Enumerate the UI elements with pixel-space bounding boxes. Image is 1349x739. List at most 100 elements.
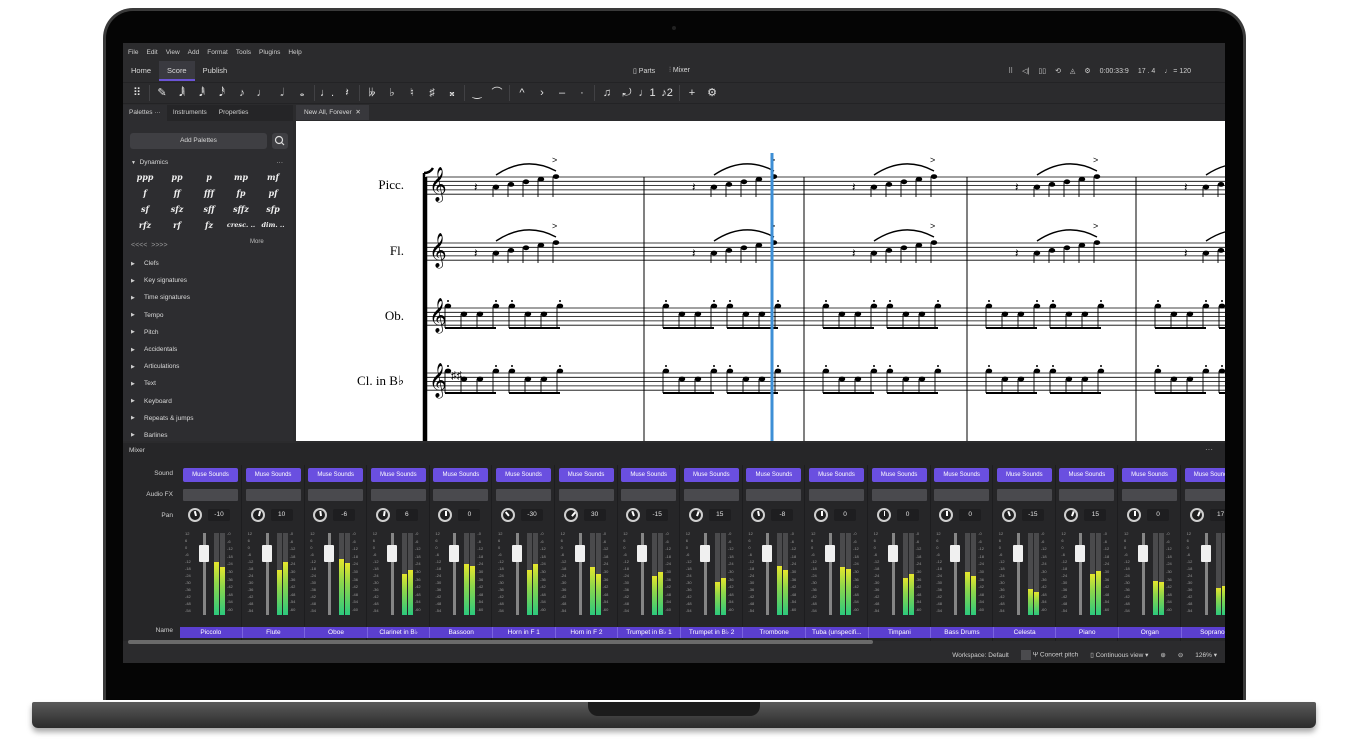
sound-button[interactable]: Muse Sounds: [245, 468, 301, 482]
audio-fx-slot[interactable]: [996, 489, 1052, 501]
volume-fader-handle[interactable]: [950, 545, 961, 562]
more-options-icon[interactable]: ···: [277, 159, 284, 166]
sound-button[interactable]: Muse Sounds: [433, 468, 489, 482]
pan-knob[interactable]: [814, 508, 828, 522]
sound-button[interactable]: Muse Sounds: [809, 468, 864, 482]
audio-fx-slot[interactable]: [871, 489, 927, 501]
double-flat-icon[interactable]: 𝄫: [362, 82, 382, 104]
audio-fx-slot[interactable]: [934, 489, 990, 501]
pan-value[interactable]: -10: [208, 509, 230, 521]
menu-view[interactable]: View: [166, 49, 180, 56]
channel-name[interactable]: Soprano: [1181, 627, 1225, 638]
zoom-dropdown[interactable]: 126% ▾: [1195, 651, 1217, 659]
tenuto-icon[interactable]: –: [552, 82, 572, 104]
staccato-icon[interactable]: ·: [572, 82, 592, 104]
pan-knob[interactable]: [1189, 508, 1204, 522]
sound-button[interactable]: Muse Sounds: [1184, 468, 1225, 482]
dynamic-p[interactable]: p: [193, 171, 225, 184]
channel-name[interactable]: Oboe: [305, 627, 368, 638]
pan-value[interactable]: -30: [521, 509, 543, 521]
score-view[interactable]: Picc.𝄞𝄽>𝄽>𝄽>𝄽>𝄽>Fl.𝄞𝄽>𝄽>𝄽>𝄽>𝄽>Ob.𝄞Cl. in…: [296, 121, 1225, 441]
mixer-menu-icon[interactable]: ···: [1205, 445, 1213, 454]
dynamic-cresc[interactable]: cresc. ..: [225, 219, 257, 232]
sound-button[interactable]: Muse Sounds: [558, 468, 614, 482]
dynamic-pp[interactable]: pp: [161, 171, 193, 184]
volume-fader-handle[interactable]: [324, 545, 335, 562]
channel-name[interactable]: Bass Drums: [931, 627, 994, 638]
pan-knob[interactable]: [939, 508, 954, 522]
volume-fader-handle[interactable]: [512, 545, 522, 562]
palette-key-signatures[interactable]: ▶ Key signatures: [131, 272, 291, 289]
accent-icon[interactable]: ›: [532, 82, 552, 104]
zoom-out-icon[interactable]: ⊖: [1178, 651, 1183, 659]
pan-knob[interactable]: [250, 508, 265, 522]
channel-name[interactable]: Flute: [242, 627, 306, 638]
palette-repeats-jumps[interactable]: ▶ Repeats & jumps: [131, 410, 291, 427]
channel-name[interactable]: Bassoon: [430, 627, 493, 638]
natural-icon[interactable]: ♮: [402, 82, 422, 104]
dynamic-rfz[interactable]: rfz: [129, 219, 161, 232]
loop-icon[interactable]: ⟲: [1055, 67, 1061, 75]
sound-button[interactable]: Muse Sounds: [996, 468, 1052, 482]
16th-note-icon[interactable]: 𝅘𝅥𝅰: [212, 82, 232, 104]
sound-button[interactable]: Muse Sounds: [871, 468, 927, 482]
tab-instruments[interactable]: Instruments: [167, 105, 213, 121]
pan-knob[interactable]: [438, 508, 453, 522]
channel-name[interactable]: Organ: [1119, 627, 1182, 638]
volume-fader-handle[interactable]: [637, 545, 648, 562]
dynamic-f[interactable]: f: [129, 187, 161, 200]
audio-fx-slot[interactable]: [1184, 489, 1225, 501]
pan-knob[interactable]: [626, 508, 641, 522]
palette-articulations[interactable]: ▶ Articulations: [131, 358, 291, 375]
channel-name[interactable]: Piano: [1056, 627, 1119, 638]
dynamic-pf[interactable]: pf: [257, 187, 289, 200]
volume-fader-handle[interactable]: [1075, 545, 1086, 562]
pan-value[interactable]: 6: [395, 509, 418, 521]
mixer-horizontal-scrollbar[interactable]: [128, 640, 873, 644]
pan-value[interactable]: -15: [1021, 509, 1044, 521]
pan-value[interactable]: 30: [583, 509, 606, 521]
pan-value[interactable]: 15: [1084, 509, 1107, 521]
palette-clefs[interactable]: ▶ Clefs: [131, 255, 291, 272]
play-pause-icon[interactable]: ▯▯: [1038, 67, 1046, 75]
tie-icon[interactable]: ‿: [467, 82, 487, 104]
tab-publish[interactable]: Publish: [195, 61, 236, 81]
dynamic-sffz[interactable]: sffz: [225, 203, 257, 216]
sharp-icon[interactable]: ♯: [422, 82, 442, 104]
channel-name[interactable]: Horn in F 1: [493, 627, 556, 638]
audio-fx-slot[interactable]: [683, 489, 739, 501]
half-note-icon[interactable]: 𝅗𝅥: [272, 82, 292, 104]
volume-fader-handle[interactable]: [887, 545, 898, 562]
workspace-selector[interactable]: Workspace: Default: [952, 652, 1009, 659]
add-palettes-button[interactable]: Add Palettes: [130, 133, 267, 149]
pan-value[interactable]: -15: [646, 509, 669, 521]
pan-knob[interactable]: [188, 508, 202, 522]
drag-handle-icon[interactable]: ⠿: [127, 82, 147, 104]
volume-fader-handle[interactable]: [699, 545, 710, 562]
drag-handle-icon[interactable]: ⠿: [1008, 67, 1013, 75]
sound-button[interactable]: Muse Sounds: [746, 468, 802, 482]
audio-fx-slot[interactable]: [558, 489, 614, 501]
hairpin-icons[interactable]: <<<< >>>>: [131, 242, 168, 249]
volume-fader-handle[interactable]: [1012, 545, 1023, 562]
volume-fader-handle[interactable]: [386, 545, 397, 562]
palette-pitch[interactable]: ▶ Pitch: [131, 324, 291, 341]
channel-name[interactable]: Piccolo: [180, 627, 243, 638]
audio-fx-slot[interactable]: [308, 489, 364, 501]
audio-fx-slot[interactable]: [621, 489, 677, 501]
pan-value[interactable]: 0: [834, 509, 856, 521]
channel-name[interactable]: Trombone: [743, 627, 806, 638]
menu-add[interactable]: Add: [188, 49, 200, 56]
dynamic-dim[interactable]: dim. ..: [257, 219, 289, 232]
customize-icon[interactable]: ⚙: [702, 82, 722, 104]
whole-note-icon[interactable]: 𝅝: [292, 82, 312, 104]
tab-score[interactable]: Score: [159, 61, 195, 81]
tab-properties[interactable]: Properties: [213, 105, 255, 121]
sound-button[interactable]: Muse Sounds: [308, 468, 364, 482]
dynamic-sfp[interactable]: sfp: [257, 203, 289, 216]
voice-1-icon[interactable]: ♩1: [637, 82, 657, 104]
pan-knob[interactable]: [876, 508, 891, 522]
tab-home[interactable]: Home: [123, 61, 159, 81]
palette-keyboard[interactable]: ▶ Keyboard: [131, 393, 291, 410]
pan-value[interactable]: 10: [270, 509, 293, 521]
